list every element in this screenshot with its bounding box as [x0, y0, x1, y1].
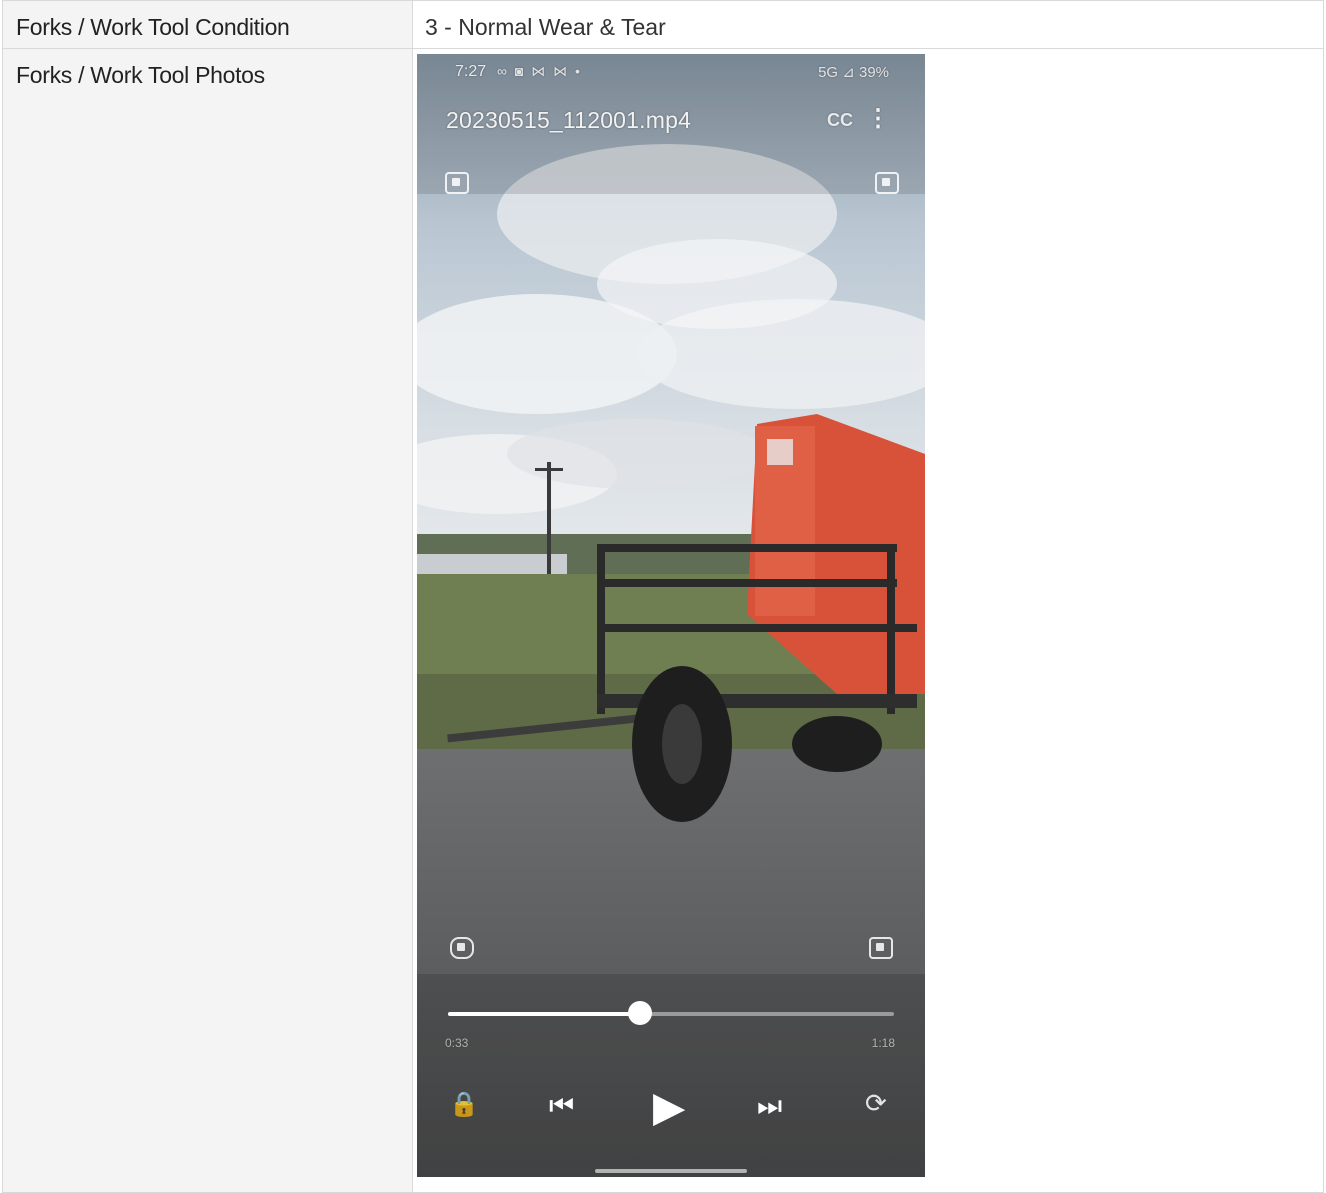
video-filename: 20230515_112001.mp4 [446, 107, 692, 133]
next-icon[interactable]: ⏭ [757, 1090, 782, 1123]
captions-button[interactable]: CC [827, 110, 853, 131]
field-value: 3 - Normal Wear & Tear [412, 0, 1324, 49]
seek-thumb[interactable] [627, 1001, 652, 1025]
lock-icon[interactable]: 🔒 [449, 1090, 479, 1119]
field-label: Forks / Work Tool Condition [2, 0, 413, 49]
elapsed-time: 0:33 [445, 1036, 469, 1050]
photo-cell: 7:27 ∞ ◙ ⋈ ⋈ • 5G ⊿ 39% 20230515_112001.… [412, 48, 1324, 1193]
total-time: 1:18 [871, 1036, 895, 1050]
previous-icon[interactable]: ⏮ [549, 1090, 574, 1123]
status-battery: 5G ⊿ 39% [818, 64, 889, 81]
seek-bar[interactable] [448, 1001, 894, 1025]
capture-icon[interactable] [450, 937, 474, 959]
table-row: Forks / Work Tool Condition 3 - Normal W… [2, 0, 1324, 49]
status-icons: ∞ ◙ ⋈ ⋈ • [497, 63, 582, 79]
screen-ratio-icon[interactable] [869, 937, 893, 959]
inspection-table: Forks / Work Tool Condition 3 - Normal W… [2, 0, 1324, 1193]
rotate-icon[interactable]: ⟳ [865, 1088, 887, 1119]
video-frame-image [417, 54, 925, 1177]
status-time: 7:27 [455, 63, 487, 80]
screen-mirror-icon[interactable] [875, 172, 899, 194]
more-options-icon[interactable]: ⋮ [866, 104, 890, 133]
field-label: Forks / Work Tool Photos [2, 48, 413, 1193]
video-screenshot[interactable]: 7:27 ∞ ◙ ⋈ ⋈ • 5G ⊿ 39% 20230515_112001.… [417, 54, 925, 1177]
home-indicator [595, 1169, 747, 1173]
popup-play-icon[interactable] [445, 172, 469, 194]
seek-progress [448, 1012, 640, 1016]
table-row: Forks / Work Tool Photos 7:27 ∞ ◙ ⋈ ⋈ • … [2, 48, 1324, 1193]
play-icon[interactable]: ▶ [653, 1082, 685, 1131]
